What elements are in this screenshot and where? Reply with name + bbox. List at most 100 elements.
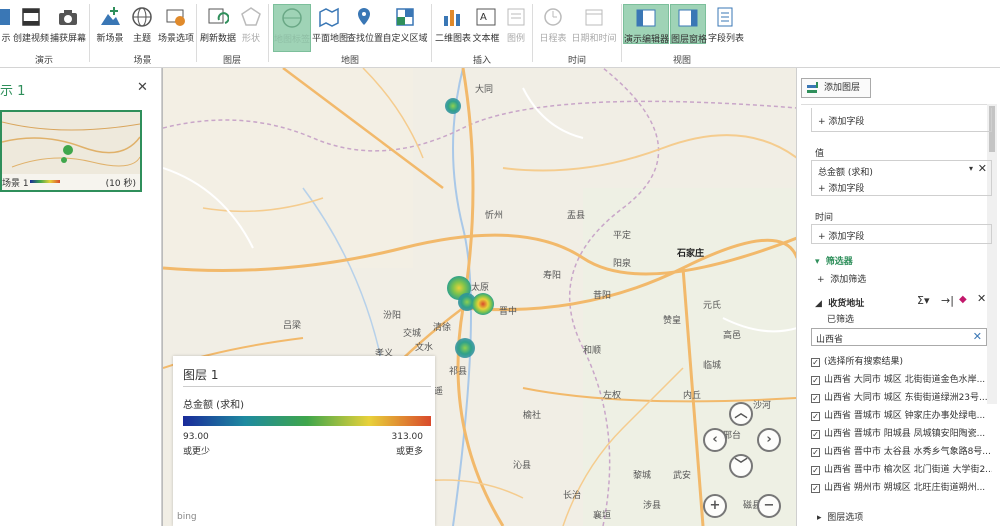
- map-label: 晋中: [499, 307, 518, 317]
- field-list-button[interactable]: 字段列表: [708, 6, 744, 44]
- zoom-out-button[interactable]: −: [757, 494, 781, 518]
- layer-pane-button[interactable]: 图层窗格: [670, 4, 707, 45]
- theme-button[interactable]: 主题: [128, 6, 156, 44]
- map-label: 太原: [471, 283, 490, 293]
- map-label: 和顺: [583, 346, 602, 356]
- layer-pane: 添加图层 + 添加字段 值 总金额 (求和) ▾ ✕ + 添加字段 时间 + 添…: [796, 68, 1000, 526]
- apply-filter-icon[interactable]: →|: [941, 294, 954, 307]
- ribbon: 示 创建视频 捕获屏幕 演示 新场景 主题 场景选项 场景 刷新数据 形状 图层…: [0, 0, 1000, 68]
- legend-min-value: 93.00: [183, 432, 209, 442]
- zoom-in-button[interactable]: +: [703, 494, 727, 518]
- heat-point: [445, 98, 461, 114]
- map-label: 左权: [603, 391, 622, 401]
- refresh-data-button[interactable]: 刷新数据: [200, 6, 236, 44]
- checkbox-icon: ✓: [811, 430, 820, 439]
- filter-result-item[interactable]: ✓ 山西省 大同市 城区 北街街道金色水岸...: [811, 372, 992, 385]
- date-time-button[interactable]: 日期和时间: [570, 6, 618, 44]
- location-pin-icon: [358, 8, 370, 25]
- scene-gradient: [30, 180, 60, 183]
- find-location-button[interactable]: 查找位置: [347, 6, 383, 44]
- timeline-button[interactable]: 日程表: [538, 6, 568, 44]
- shape-button[interactable]: 形状: [238, 6, 264, 44]
- refresh-icon: [208, 8, 229, 24]
- remove-filter-icon[interactable]: ✕: [977, 292, 986, 305]
- add-field-link[interactable]: + 添加字段: [818, 114, 864, 127]
- map-label-icon: [282, 8, 302, 28]
- map-label: 临城: [703, 361, 722, 371]
- select-all-checkbox[interactable]: ✓ (选择所有搜索结果): [811, 354, 992, 367]
- map-canvas[interactable]: 大同 忻州 阳泉 石家庄 晋中 太原 吕梁 长治 临汾 邢台 昔阳 和顺 左权 …: [162, 68, 796, 526]
- flat-map-button[interactable]: 平面地图: [312, 6, 348, 44]
- map-label: 长治: [563, 491, 582, 501]
- legend-measure: 总金额 (求和): [183, 400, 244, 411]
- add-field-link[interactable]: + 添加字段: [818, 181, 864, 194]
- group-label: 地图: [340, 56, 359, 66]
- location-field-box: + 添加字段: [811, 108, 992, 132]
- scene-thumbnail[interactable]: 场景 1 (10 秒): [0, 110, 142, 192]
- add-filter-link[interactable]: + 添加筛选: [817, 272, 866, 285]
- group-label: 时间: [567, 56, 586, 66]
- filtered-status: 已筛选: [827, 315, 855, 325]
- scene-options-button[interactable]: 场景选项: [158, 6, 194, 44]
- tilt-down-button[interactable]: ﹀: [729, 454, 753, 478]
- filter-result-item[interactable]: ✓ 山西省 晋城市 城区 钟家庄办事处绿电...: [811, 408, 992, 421]
- filter-result-item[interactable]: ✓ 山西省 晋中市 榆次区 北门街道 大学街2...: [811, 462, 992, 475]
- dropdown-arrow-icon[interactable]: ▾: [969, 164, 973, 173]
- group-view: 演示编辑器 图层窗格 字段列表 视图: [622, 0, 744, 68]
- eraser-icon[interactable]: ◆: [959, 294, 967, 305]
- group-scene: 新场景 主题 场景选项 场景: [90, 0, 195, 68]
- clear-search-icon[interactable]: ✕: [973, 330, 982, 343]
- close-icon[interactable]: ✕: [137, 80, 148, 95]
- checkbox-icon: ✓: [811, 466, 820, 475]
- shape-icon: [241, 7, 261, 26]
- map-label: 大同: [475, 85, 494, 95]
- show-button[interactable]: 示: [0, 6, 12, 44]
- checkbox-icon: ✓: [811, 394, 820, 403]
- map-legend[interactable]: 图层 1 总金额 (求和) 93.00 313.00 或更少 或更多: [173, 356, 435, 526]
- filter-result-item[interactable]: ✓ 山西省 晋中市 太谷县 水秀乡气象路8号...: [811, 444, 992, 457]
- text-box-button[interactable]: A 文本框: [471, 6, 501, 44]
- scene-duration: (10 秒): [105, 179, 136, 189]
- filter-search-input[interactable]: 山西省 ✕: [811, 328, 987, 346]
- filter-result-item[interactable]: ✓ 山西省 晋城市 阳城县 凤城镇安阳陶瓷...: [811, 426, 992, 439]
- new-scene-button[interactable]: 新场景: [94, 6, 126, 44]
- tour-editor-icon: [636, 9, 656, 27]
- rotate-right-button[interactable]: ›: [757, 428, 781, 452]
- filters-heading[interactable]: ▾ 筛选器: [815, 254, 853, 267]
- group-label: 演示: [34, 56, 53, 66]
- capture-screen-button[interactable]: 捕获屏幕: [50, 6, 86, 44]
- tour-panel: 示 1 ✕ 场景 1 (10 秒): [0, 68, 162, 526]
- legend-max-text: 或更多: [395, 447, 423, 457]
- checkbox-icon: ✓: [811, 412, 820, 421]
- add-field-link[interactable]: + 添加字段: [818, 229, 864, 242]
- map-labels-button[interactable]: 地图标签: [273, 4, 311, 52]
- map-label-capital: 石家庄: [677, 249, 705, 259]
- group-label: 视图: [672, 56, 691, 66]
- tour-editor-button[interactable]: 演示编辑器: [623, 4, 669, 45]
- filter-result-item[interactable]: ✓ 山西省 大同市 城区 东街街道绿洲23号...: [811, 390, 992, 403]
- rotate-left-button[interactable]: ‹: [703, 428, 727, 452]
- tilt-up-button[interactable]: ︿: [729, 402, 753, 426]
- map-label: 涉县: [643, 501, 662, 511]
- add-layer-button[interactable]: 添加图层: [801, 78, 871, 98]
- value-field[interactable]: 总金额 (求和): [818, 165, 873, 178]
- filter-field-header[interactable]: ◢ 收货地址: [815, 296, 864, 309]
- filter-result-item[interactable]: ✓ 山西省 朔州市 朔城区 北旺庄街道朔州...: [811, 480, 992, 493]
- gear-scene-icon: [166, 9, 185, 26]
- camera-icon: [59, 10, 77, 25]
- layer-options-toggle[interactable]: ▸ 图层选项: [817, 510, 863, 523]
- group-layer: 刷新数据 形状 图层: [197, 0, 267, 68]
- time-box: + 添加字段: [811, 224, 992, 244]
- map-label: 汾阳: [383, 311, 402, 321]
- map-label: 文水: [415, 343, 434, 353]
- legend-icon: [507, 8, 525, 26]
- sum-icon[interactable]: Σ▾: [917, 294, 929, 307]
- chart-2d-button[interactable]: 二维图表: [435, 6, 471, 44]
- create-video-button[interactable]: 创建视频: [13, 6, 49, 44]
- group-map: 地图标签 平面地图 查找位置 自定义区域 地图: [270, 0, 430, 68]
- custom-region-button[interactable]: 自定义区域: [382, 6, 428, 44]
- map-label: 高邑: [723, 331, 742, 341]
- remove-field-icon[interactable]: ✕: [978, 162, 987, 175]
- legend-button[interactable]: 图例: [503, 6, 529, 44]
- text-box-icon: A: [476, 8, 496, 26]
